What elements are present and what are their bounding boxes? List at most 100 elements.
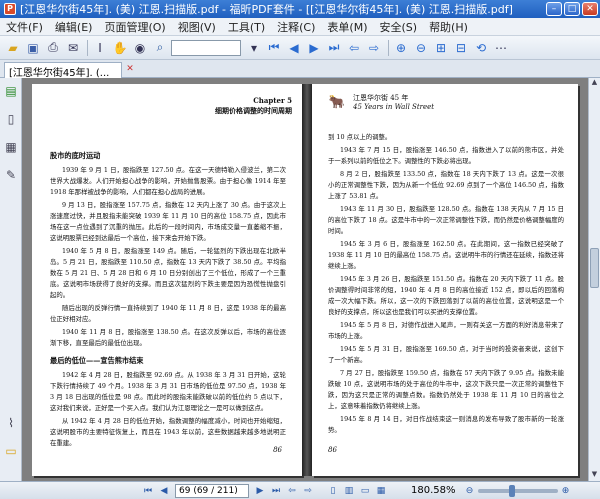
paragraph: 1942 年 4 月 28 日，股指跌至 92.69 点。从 1938 年 3 …	[50, 371, 286, 412]
page-left: Chapter 5 细期价格调整的时间周期 股市的底时运动 1939 年 9 月…	[32, 84, 302, 476]
menu-security[interactable]: 安全(S)	[379, 19, 417, 35]
document-viewer[interactable]: Chapter 5 细期价格调整的时间周期 股市的底时运动 1939 年 9 月…	[22, 78, 588, 481]
scroll-down-icon[interactable]: ▼	[589, 470, 600, 481]
open-folder-icon[interactable]: ▰	[4, 39, 22, 57]
attachments-icon[interactable]: ⌇	[3, 416, 19, 434]
page-number: 86	[328, 446, 337, 454]
hand-tool-icon[interactable]: ✋	[111, 39, 129, 57]
section-heading: 最后的低位——宣告熊市结束	[50, 356, 144, 365]
more-tools-icon[interactable]: ⋯	[492, 39, 510, 57]
document-tab[interactable]: [江恩华尔街45年]. (...	[4, 62, 122, 78]
fit-width-icon[interactable]: ⊟	[452, 39, 470, 57]
status-bar: ⏮ ◀ 69 (69 / 211) ▶ ⏭ ⇦ ⇨ ▯ ▥ ▭ ▦ 180.58…	[0, 481, 600, 499]
paragraph: 8 月 2 日，股指跌至 133.50 点，指数在 18 天内下跌了 13 点。…	[328, 170, 564, 200]
continuous-icon[interactable]: ▥	[342, 484, 356, 498]
page-body: 股市的底时运动 1939 年 9 月 1 日，股指跌至 127.50 点。在这一…	[50, 144, 286, 451]
zoom-slider-knob[interactable]	[508, 484, 515, 497]
document-tab-strip: [江恩华尔街45年]. (... ✕	[0, 60, 600, 78]
facing-icon[interactable]: ▭	[358, 484, 372, 498]
back-icon[interactable]: ⇦	[345, 39, 363, 57]
window-title: [江恩华尔街45年]. (美) 江恩.扫描版.pdf - 福昕PDF套件 - […	[20, 3, 513, 16]
scroll-up-icon[interactable]: ▲	[589, 78, 600, 89]
pages-icon[interactable]: ▯	[3, 112, 19, 130]
page-number: 86	[273, 446, 282, 454]
menu-bar: 文件(F) 编辑(E) 页面管理(O) 视图(V) 工具(T) 注释(C) 表单…	[0, 18, 600, 36]
paragraph: 1943 年 7 月 15 日，股指涨至 146.50 点，指数进入了以前的熊市…	[328, 146, 564, 165]
rotate-icon[interactable]: ⟲	[472, 39, 490, 57]
menu-tools[interactable]: 工具(T)	[228, 19, 265, 35]
forward-button[interactable]: ⇨	[301, 484, 315, 498]
book-title-cn: 江恩华尔街 45 年	[353, 94, 409, 102]
zoom-in-button[interactable]: ⊕	[559, 484, 573, 498]
first-page-button[interactable]: ⏮	[141, 484, 155, 498]
paragraph: 1939 年 9 月 1 日，股指跌至 127.50 点。在这一天德特勒入侵波兰…	[50, 166, 286, 196]
paragraph: 1940 年 11 月 8 日，股指涨至 138.50 点。在这次反弹以后，市场…	[50, 328, 286, 347]
paragraph: 1940 年 5 月 8 日，股指涨至 149 点。随后，一轮猛烈的下跌出现在北…	[50, 247, 286, 299]
menu-edit[interactable]: 编辑(E)	[55, 19, 93, 35]
menu-view[interactable]: 视图(V)	[178, 19, 216, 35]
section-heading: 股市的底时运动	[50, 151, 101, 160]
title-bar: P [江恩华尔街45年]. (美) 江恩.扫描版.pdf - 福昕PDF套件 -…	[0, 0, 600, 18]
book-title-en: 45 Years in Wall Street	[353, 103, 435, 111]
close-button[interactable]: ✕	[582, 2, 598, 16]
dropdown-icon[interactable]: ▾	[245, 39, 263, 57]
page-number-field[interactable]: 69 (69 / 211)	[175, 483, 249, 498]
zoom-out-icon[interactable]: ⊖	[412, 39, 430, 57]
zoom-in-icon[interactable]: ⊕	[392, 39, 410, 57]
comments-icon[interactable]: ▭	[3, 444, 19, 462]
next-page-icon[interactable]: ▶	[305, 39, 323, 57]
save-icon[interactable]: ▣	[24, 39, 42, 57]
scrollbar-thumb[interactable]	[590, 248, 599, 288]
navigation-panel: ▤ ▯ ▦ ✎ ⌇ ▭	[0, 78, 22, 481]
fit-page-icon[interactable]: ⊞	[432, 39, 450, 57]
find-icon[interactable]: ⌕	[151, 39, 169, 57]
paragraph: 随后出现的反弹行情一直持续到了 1940 年 11 月 8 日，这是 1938 …	[50, 304, 286, 323]
menu-help[interactable]: 帮助(H)	[429, 19, 468, 35]
paragraph: 1945 年 3 月 6 日，股指涨至 162.50 点。在此期间，这一指数已经…	[328, 240, 564, 270]
tab-close-icon[interactable]: ✕	[124, 64, 136, 76]
paragraph: 1945 年 5 月 31 日，股指涨至 169.50 点，对于当时的投资者来说…	[328, 345, 564, 364]
menu-forms[interactable]: 表单(M)	[327, 19, 367, 35]
paragraph: 1945 年 5 月 8 日，对德作战进入尾声，一则有关这一方面的利好消息带来了…	[328, 321, 564, 340]
layers-icon[interactable]: ▦	[3, 140, 19, 158]
annotations-icon[interactable]: ✎	[3, 168, 19, 186]
maximize-button[interactable]: □	[564, 2, 580, 16]
bookmarks-icon[interactable]: ▤	[3, 84, 19, 102]
toolbar: ▰ ▣ ⎙ ✉ I ✋ ◉ ⌕ ▾ ⏮ ◀ ▶ ⏭ ⇦ ⇨ ⊕ ⊖ ⊞ ⊟ ⟲ …	[0, 36, 600, 60]
bull-logo-icon: 🐂	[328, 95, 346, 110]
chapter-title: 细期价格调整的时间周期	[215, 106, 292, 115]
menu-comments[interactable]: 注释(C)	[277, 19, 315, 35]
paragraph: 到 10 点以上的调整。	[328, 133, 392, 141]
email-icon[interactable]: ✉	[64, 39, 82, 57]
snapshot-icon[interactable]: ◉	[131, 39, 149, 57]
first-page-icon[interactable]: ⏮	[265, 39, 283, 57]
paragraph: 1945 年 3 月 26 日，股指跌至 151.50 点。指数在 20 天内下…	[328, 275, 564, 316]
last-page-button[interactable]: ⏭	[269, 484, 283, 498]
print-icon[interactable]: ⎙	[44, 39, 62, 57]
search-input[interactable]	[171, 39, 241, 56]
book-header: 🐂 江恩华尔街 45 年 45 Years in Wall Street	[326, 94, 434, 112]
paragraph: 7 月 27 日，股指跌至 159.50 点，指数在 57 天内下跌了 9.95…	[328, 369, 564, 410]
paragraph: 从 1942 年 4 月 28 日的低位开始，指数调整的幅度减小，时间也开始缩短…	[50, 417, 286, 447]
menu-page-management[interactable]: 页面管理(O)	[104, 19, 165, 35]
menu-file[interactable]: 文件(F)	[6, 19, 43, 35]
pdf-app-icon: P	[4, 3, 16, 15]
single-page-icon[interactable]: ▯	[326, 484, 340, 498]
previous-page-button[interactable]: ◀	[157, 484, 171, 498]
zoom-out-button[interactable]: ⊖	[463, 484, 477, 498]
select-text-icon[interactable]: I	[91, 39, 109, 57]
chapter-number: Chapter 5	[253, 96, 292, 105]
vertical-scrollbar[interactable]: ▲ ▼	[588, 78, 600, 481]
last-page-icon[interactable]: ⏭	[325, 39, 343, 57]
forward-icon[interactable]: ⇨	[365, 39, 383, 57]
previous-page-icon[interactable]: ◀	[285, 39, 303, 57]
next-page-button[interactable]: ▶	[253, 484, 267, 498]
page-right: 🐂 江恩华尔街 45 年 45 Years in Wall Street 到 1…	[312, 84, 578, 476]
continuous-facing-icon[interactable]: ▦	[374, 484, 388, 498]
back-button[interactable]: ⇦	[285, 484, 299, 498]
minimize-button[interactable]: –	[546, 2, 562, 16]
book-spine	[302, 84, 312, 476]
paragraph: 1943 年 11 月 30 日，股指跌至 128.50 点。指数在 138 天…	[328, 205, 564, 235]
toolbar-separator	[388, 39, 389, 56]
zoom-slider[interactable]	[477, 484, 558, 497]
